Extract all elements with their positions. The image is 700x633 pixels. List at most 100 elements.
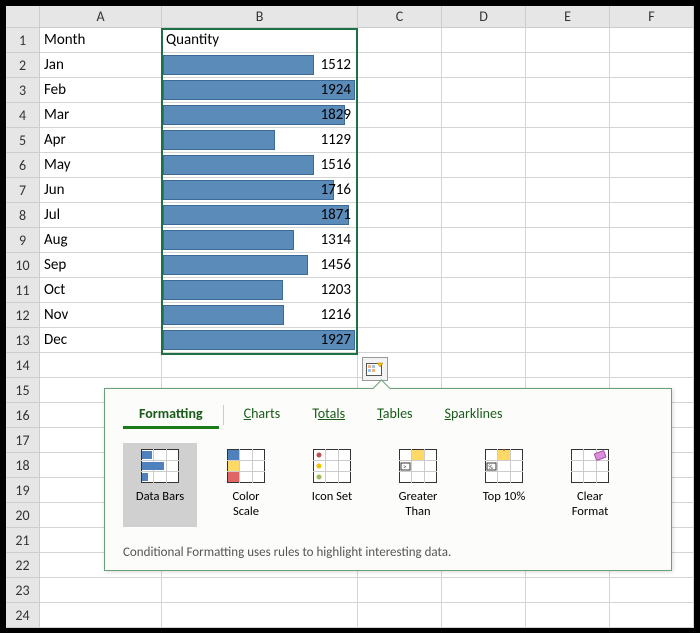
cell-C5[interactable]: [358, 128, 442, 153]
cell-B7[interactable]: 1716: [162, 178, 358, 203]
row-header[interactable]: 23: [6, 578, 40, 603]
cell-F3[interactable]: [610, 78, 694, 103]
cell-D11[interactable]: [442, 278, 526, 303]
cell-E1[interactable]: [526, 28, 610, 53]
cell-B6[interactable]: 1516: [162, 153, 358, 178]
tab-tables[interactable]: Tables: [361, 401, 428, 429]
row-header[interactable]: 24: [6, 603, 40, 628]
row-header[interactable]: 15: [6, 378, 40, 403]
cell-C1[interactable]: [358, 28, 442, 53]
column-header-d[interactable]: D: [442, 6, 526, 28]
cell-D24[interactable]: [442, 603, 526, 628]
row-header[interactable]: 2: [6, 53, 40, 78]
cell-D8[interactable]: [442, 203, 526, 228]
cell-A6[interactable]: May: [40, 153, 162, 178]
cell-E12[interactable]: [526, 303, 610, 328]
cell-E2[interactable]: [526, 53, 610, 78]
qa-item-data-bars[interactable]: Data Bars: [123, 443, 197, 527]
cell-C13[interactable]: [358, 328, 442, 353]
row-header[interactable]: 14: [6, 353, 40, 378]
cell-E9[interactable]: [526, 228, 610, 253]
row-header[interactable]: 11: [6, 278, 40, 303]
row-header[interactable]: 18: [6, 453, 40, 478]
cell-B9[interactable]: 1314: [162, 228, 358, 253]
row-header[interactable]: 21: [6, 528, 40, 553]
cell-A8[interactable]: Jul: [40, 203, 162, 228]
cell-C7[interactable]: [358, 178, 442, 203]
cell-E24[interactable]: [526, 603, 610, 628]
cell-D4[interactable]: [442, 103, 526, 128]
column-header-c[interactable]: C: [358, 6, 442, 28]
cell-F4[interactable]: [610, 103, 694, 128]
row-header[interactable]: 5: [6, 128, 40, 153]
cell-B12[interactable]: 1216: [162, 303, 358, 328]
row-header[interactable]: 3: [6, 78, 40, 103]
row-header[interactable]: 8: [6, 203, 40, 228]
row-header[interactable]: 19: [6, 478, 40, 503]
cell-A3[interactable]: Feb: [40, 78, 162, 103]
qa-item-clear-format[interactable]: ClearFormat: [553, 443, 627, 527]
qa-item-greater-than[interactable]: > GreaterThan: [381, 443, 455, 527]
cell-A11[interactable]: Oct: [40, 278, 162, 303]
cell-D7[interactable]: [442, 178, 526, 203]
cell-A7[interactable]: Jun: [40, 178, 162, 203]
cell-C10[interactable]: [358, 253, 442, 278]
cell-C24[interactable]: [358, 603, 442, 628]
tab-charts[interactable]: Charts: [228, 401, 297, 429]
cell-D10[interactable]: [442, 253, 526, 278]
cell-E3[interactable]: [526, 78, 610, 103]
column-header-e[interactable]: E: [526, 6, 610, 28]
cell-F6[interactable]: [610, 153, 694, 178]
cell-D3[interactable]: [442, 78, 526, 103]
cell-F7[interactable]: [610, 178, 694, 203]
tab-totals[interactable]: Totals: [296, 401, 361, 429]
cell-C8[interactable]: [358, 203, 442, 228]
cell-B13[interactable]: 1927: [162, 328, 358, 353]
cell-F12[interactable]: [610, 303, 694, 328]
cell-A5[interactable]: Apr: [40, 128, 162, 153]
cell-E14[interactable]: [526, 353, 610, 378]
column-header-a[interactable]: A: [40, 6, 162, 28]
cell-D2[interactable]: [442, 53, 526, 78]
cell-B23[interactable]: [162, 578, 358, 603]
column-header-f[interactable]: F: [610, 6, 694, 28]
cell-E10[interactable]: [526, 253, 610, 278]
cell-A2[interactable]: Jan: [40, 53, 162, 78]
cell-C9[interactable]: [358, 228, 442, 253]
cell-D12[interactable]: [442, 303, 526, 328]
cell-E5[interactable]: [526, 128, 610, 153]
cell-E23[interactable]: [526, 578, 610, 603]
cell-E6[interactable]: [526, 153, 610, 178]
quick-analysis-button[interactable]: [362, 357, 388, 381]
select-all-cell[interactable]: [6, 6, 40, 28]
cell-A13[interactable]: Dec: [40, 328, 162, 353]
cell-B14[interactable]: [162, 353, 358, 378]
cell-B24[interactable]: [162, 603, 358, 628]
cell-E8[interactable]: [526, 203, 610, 228]
cell-F5[interactable]: [610, 128, 694, 153]
cell-D5[interactable]: [442, 128, 526, 153]
cell-F11[interactable]: [610, 278, 694, 303]
row-header[interactable]: 1: [6, 28, 40, 53]
cell-A4[interactable]: Mar: [40, 103, 162, 128]
cell-D14[interactable]: [442, 353, 526, 378]
row-header[interactable]: 20: [6, 503, 40, 528]
cell-A9[interactable]: Aug: [40, 228, 162, 253]
cell-B4[interactable]: 1829: [162, 103, 358, 128]
cell-C11[interactable]: [358, 278, 442, 303]
column-header-b[interactable]: B: [162, 6, 358, 28]
cell-F13[interactable]: [610, 328, 694, 353]
cell-C3[interactable]: [358, 78, 442, 103]
row-header[interactable]: 16: [6, 403, 40, 428]
cell-A24[interactable]: [40, 603, 162, 628]
row-header[interactable]: 4: [6, 103, 40, 128]
row-header[interactable]: 6: [6, 153, 40, 178]
cell-F24[interactable]: [610, 603, 694, 628]
cell-B10[interactable]: 1456: [162, 253, 358, 278]
qa-item-color-scale[interactable]: ColorScale: [209, 443, 283, 527]
cell-F14[interactable]: [610, 353, 694, 378]
cell-B2[interactable]: 1512: [162, 53, 358, 78]
qa-item-top-10[interactable]: % Top 10%: [467, 443, 541, 527]
cell-F23[interactable]: [610, 578, 694, 603]
cell-E4[interactable]: [526, 103, 610, 128]
